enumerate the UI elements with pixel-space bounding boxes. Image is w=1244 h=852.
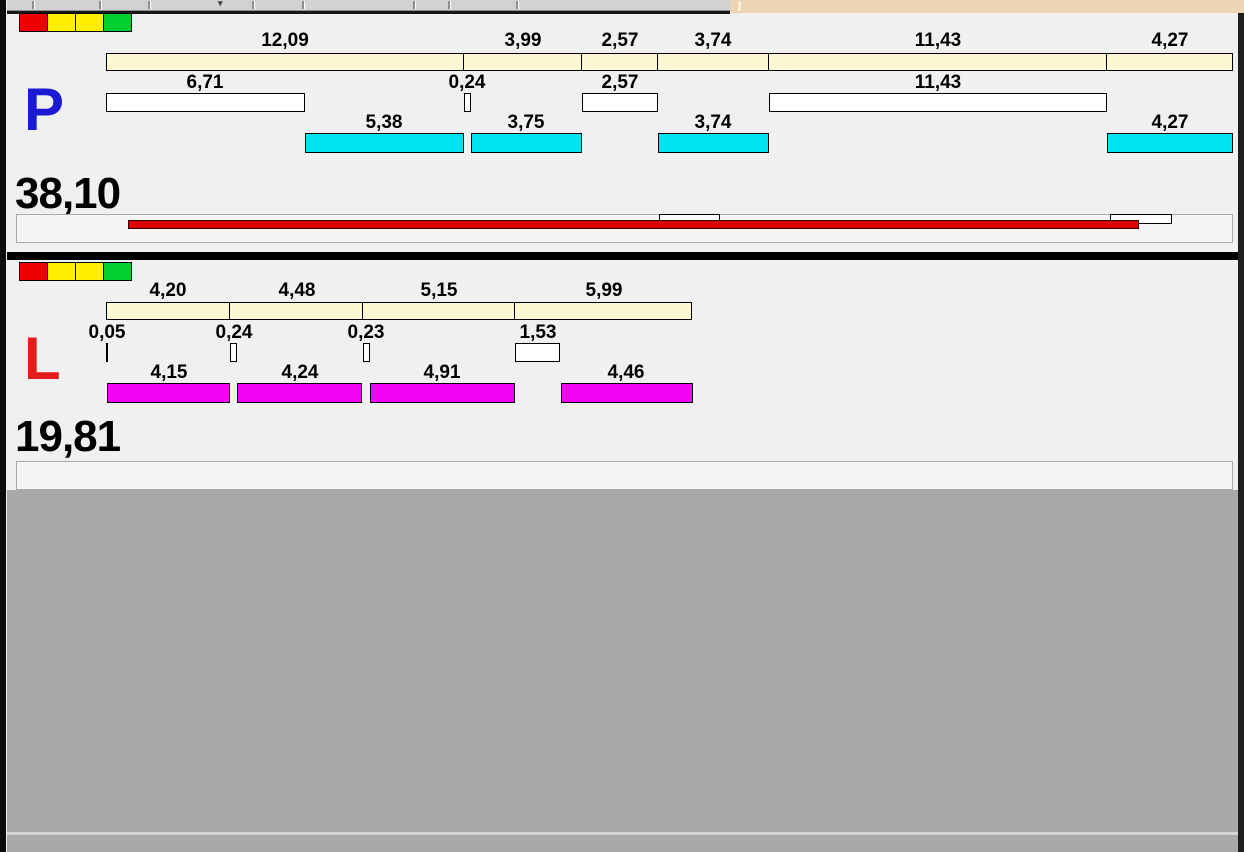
- panel-p-progress-strip: [16, 214, 1233, 243]
- bar-value-label: 6,71: [186, 72, 224, 93]
- run-bar: [561, 383, 693, 403]
- run-bar: [305, 133, 464, 153]
- leg-segment-bar: [1106, 53, 1233, 71]
- scoreboard-section: FÉNIX Jokers Big Blind 08.06.2024 13:48:…: [7, 490, 1238, 852]
- bar-value-label: 3,75: [507, 112, 545, 133]
- panel-l-progress-strip: [16, 461, 1233, 490]
- bottom-band-bevel: [7, 832, 1238, 835]
- run-bar: [107, 383, 230, 403]
- status-square: [103, 262, 132, 281]
- run-bar: [471, 133, 582, 153]
- bar-value-label: 1,53: [519, 322, 557, 343]
- status-square: [47, 13, 76, 32]
- leg-segment-bar: [229, 302, 363, 320]
- bar-value-label: 0,05: [88, 322, 126, 343]
- bar-value-label: 0,24: [448, 72, 486, 93]
- leg-segment-bar: [581, 53, 658, 71]
- exchange-bar: [363, 343, 370, 362]
- bar-value-label: 4,24: [281, 362, 319, 383]
- exchange-bar: [582, 93, 658, 112]
- leg-segment-bar: [657, 53, 769, 71]
- leg-segment-bar: [106, 302, 230, 320]
- bar-value-label: 5,38: [365, 112, 403, 133]
- status-square: [19, 13, 48, 32]
- bar-value-label: 4,48: [278, 280, 316, 301]
- panel-l-letter: L: [24, 325, 61, 392]
- leg-segment-bar: [106, 53, 464, 71]
- exchange-bar: [769, 93, 1107, 112]
- panel-p-total-time: 38,10: [15, 169, 121, 218]
- run-bar: [658, 133, 769, 153]
- bar-value-label: 2,57: [601, 30, 639, 51]
- bar-value-label: 2,57: [601, 72, 639, 93]
- bar-value-label: 11,43: [914, 72, 962, 93]
- run-bar: [237, 383, 362, 403]
- exchange-bar: [515, 343, 560, 362]
- panel-p-letter: P: [24, 76, 65, 143]
- progress-red-bar: [128, 220, 1139, 229]
- run-bar: [1107, 133, 1233, 153]
- bar-value-label: 0,24: [215, 322, 253, 343]
- panel-divider: [7, 252, 1238, 260]
- status-square: [19, 262, 48, 281]
- exchange-bar: [464, 93, 471, 112]
- bar-value-label: 3,74: [694, 30, 732, 51]
- status-square: [103, 13, 132, 32]
- leg-segment-bar: [362, 302, 515, 320]
- bar-value-label: 4,46: [607, 362, 645, 383]
- leg-segment-bar: [514, 302, 692, 320]
- exchange-bar: [106, 93, 305, 112]
- bar-value-label: 4,27: [1151, 30, 1189, 51]
- run-bar: [370, 383, 515, 403]
- bar-value-label: 12,09: [261, 30, 309, 51]
- timing-app-window: ▾ P 38,10 12,09 3,99 2,57 3,74 11,43 4,27 6,71…: [0, 0, 1244, 852]
- bar-value-label: 4,91: [423, 362, 461, 383]
- panel-l-total-time: 19,81: [15, 412, 121, 461]
- status-square: [75, 262, 104, 281]
- bar-value-label: 4,20: [149, 280, 187, 301]
- status-square: [75, 13, 104, 32]
- bar-value-label: 0,23: [347, 322, 385, 343]
- status-square: [47, 262, 76, 281]
- leg-segment-bar: [463, 53, 582, 71]
- bar-value-label: 3,74: [694, 112, 732, 133]
- bar-value-label: 3,99: [504, 30, 542, 51]
- panel-l: L 19,81 4,20 4,48 5,15 5,99 0,05 0,24 0,23 1,53…: [0, 260, 1244, 490]
- bar-value-label: 4,15: [150, 362, 188, 383]
- panel-p: P 38,10 12,09 3,99 2,57 3,74 11,43 4,27 6,71 0,…: [0, 0, 1244, 252]
- leg-segment-bar: [768, 53, 1107, 71]
- bar-value-label: 5,15: [420, 280, 458, 301]
- exchange-bar: [230, 343, 237, 362]
- bar-value-label: 4,27: [1151, 112, 1189, 133]
- exchange-bar: [106, 343, 108, 362]
- bar-value-label: 11,43: [914, 30, 962, 51]
- bar-value-label: 5,99: [585, 280, 623, 301]
